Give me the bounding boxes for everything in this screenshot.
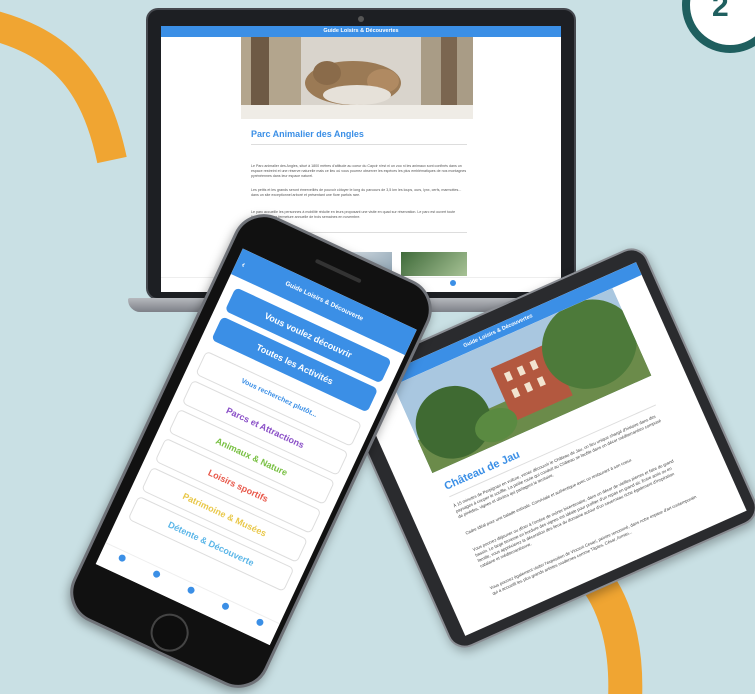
laptop-page-title: Parc Animalier des Angles <box>251 129 364 139</box>
info-icon[interactable] <box>433 280 473 287</box>
map-pin-icon[interactable] <box>138 564 173 587</box>
laptop-paragraph: Le Parc animalier des Angles, situé à 18… <box>251 164 467 178</box>
laptop-paragraph: Le parc accueille les personnes à mobili… <box>251 210 456 219</box>
laptop-screen: Guide Loisirs & Découvertes Parc Animali… <box>161 26 561 292</box>
info-icon[interactable] <box>242 612 277 635</box>
thumbnail-image[interactable] <box>401 252 467 276</box>
camera-icon <box>358 16 364 22</box>
back-icon[interactable]: ‹ <box>236 251 251 278</box>
search-icon[interactable] <box>173 580 208 603</box>
orange-swoosh-left <box>0 11 127 164</box>
wolves-photo <box>241 37 473 119</box>
promo-scene: 2 Guide Loisirs & Découvertes Parc Anima… <box>0 0 755 694</box>
laptop-app-bar: Guide Loisirs & Découvertes <box>161 26 561 37</box>
home-icon[interactable] <box>104 548 139 571</box>
calendar-icon[interactable] <box>207 596 242 619</box>
badge-digit: 2 <box>712 0 729 23</box>
home-button[interactable] <box>144 607 195 658</box>
wolves-illustration <box>241 37 473 119</box>
phone-speaker <box>314 258 362 284</box>
laptop-paragraph: Les petits et les grands seront émerveil… <box>251 188 462 197</box>
laptop-divider <box>251 144 467 145</box>
